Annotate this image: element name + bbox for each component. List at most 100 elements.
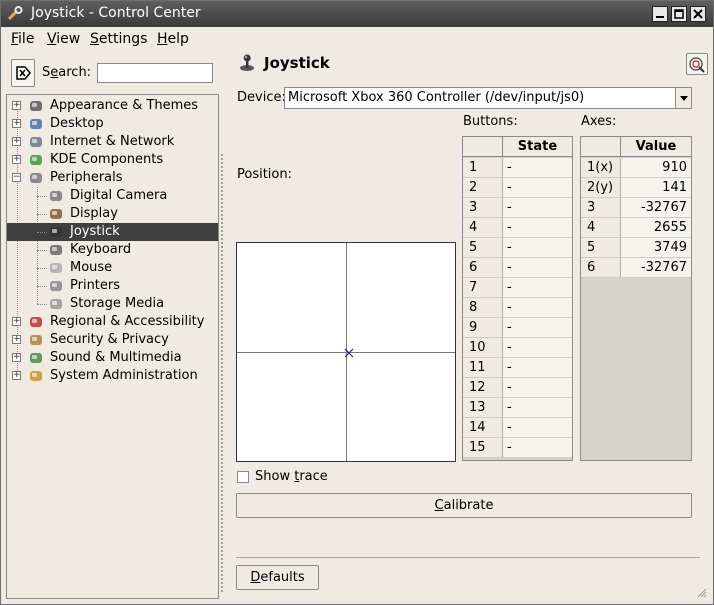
buttons-table[interactable]: State 1-2-3-4-5-6-7-8-9-10-11-12-13-14-1… xyxy=(462,136,573,461)
show-trace-checkbox[interactable] xyxy=(237,471,249,483)
module-tree[interactable]: + Appearance & Themes + Desktop + Internet & … xyxy=(6,94,219,599)
splitter-dot xyxy=(221,266,223,268)
tree-item-label: Mouse xyxy=(70,260,113,275)
whats-this-button[interactable] xyxy=(686,53,708,75)
splitter-dot xyxy=(221,510,223,512)
control-center-window: Joystick - Control Center File View Sett… xyxy=(0,0,714,605)
button-row-id: 9 xyxy=(463,318,503,338)
button-row-id: 1 xyxy=(463,158,503,178)
splitter-dot xyxy=(221,366,223,368)
menu-settings[interactable]: Settings xyxy=(90,31,147,47)
splitter-dot xyxy=(221,306,223,308)
expand-icon[interactable]: + xyxy=(12,353,21,362)
splitter-dot xyxy=(221,498,223,500)
tree-item-sound-multimedia[interactable]: + Sound & Multimedia xyxy=(7,349,218,367)
sound-icon xyxy=(30,353,42,363)
button-state-cell: - xyxy=(503,218,572,238)
splitter-dot xyxy=(221,178,223,180)
search-input[interactable] xyxy=(97,63,213,83)
splitter-dot xyxy=(221,586,223,588)
maximize-icon xyxy=(674,9,684,19)
tree-item-appearance-themes[interactable]: + Appearance & Themes xyxy=(7,97,218,115)
appearance-icon xyxy=(30,101,42,111)
menu-file[interactable]: File xyxy=(11,31,34,47)
camera-icon xyxy=(50,191,62,201)
tree-item-peripherals[interactable]: − Peripherals xyxy=(7,169,218,187)
splitter-dot xyxy=(221,246,223,248)
calibrate-button[interactable]: Calibrate xyxy=(236,493,692,518)
button-state-cell: - xyxy=(503,258,572,278)
tree-item-joystick[interactable]: Joystick xyxy=(7,223,218,241)
axis-value-cell: -32767 xyxy=(621,258,691,278)
menu-view[interactable]: View xyxy=(47,31,80,47)
tree-item-security-privacy[interactable]: + Security & Privacy xyxy=(7,331,218,349)
button-row-id: 2 xyxy=(463,178,503,198)
expand-icon[interactable]: + xyxy=(12,335,21,344)
splitter-dot xyxy=(221,398,223,400)
splitter-handle[interactable] xyxy=(220,94,224,599)
splitter-dot xyxy=(221,214,223,216)
maximize-button[interactable] xyxy=(671,6,687,22)
expand-icon[interactable]: + xyxy=(12,317,21,326)
button-state-cell: - xyxy=(503,318,572,338)
tree-item-storage-media[interactable]: Storage Media xyxy=(7,295,218,313)
resize-grip-icon[interactable] xyxy=(697,588,707,598)
joystick-icon xyxy=(240,54,254,71)
splitter-dot xyxy=(221,342,223,344)
tree-item-keyboard[interactable]: Keyboard xyxy=(7,241,218,259)
expand-icon[interactable]: + xyxy=(12,101,21,110)
axes-table[interactable]: Value 1(x) 910 2(y) 141 3 -32767 4 2655 5 3749 6 -3… xyxy=(580,136,692,461)
close-icon xyxy=(693,9,703,19)
tree-item-internet-network[interactable]: + Internet & Network xyxy=(7,133,218,151)
defaults-button[interactable]: Defaults xyxy=(236,565,319,590)
axis-row-id: 5 xyxy=(581,238,621,258)
menu-help[interactable]: Help xyxy=(157,31,189,47)
position-display xyxy=(236,242,456,462)
tree-item-mouse[interactable]: Mouse xyxy=(7,259,218,277)
show-trace-label-post: race xyxy=(299,469,328,484)
device-select[interactable]: Microsoft Xbox 360 Controller (/dev/inpu… xyxy=(284,87,692,109)
chevron-down-icon xyxy=(680,96,688,101)
splitter-dot xyxy=(221,338,223,340)
minimize-button[interactable] xyxy=(652,6,668,22)
splitter-dot xyxy=(221,434,223,436)
device-dropdown-arrow[interactable] xyxy=(675,88,691,108)
tree-item-desktop[interactable]: + Desktop xyxy=(7,115,218,133)
clear-search-button[interactable] xyxy=(11,59,35,87)
button-row-id: 12 xyxy=(463,378,503,398)
tree-item-digital-camera[interactable]: Digital Camera xyxy=(7,187,218,205)
network-icon xyxy=(30,137,42,147)
axis-value-cell: 2655 xyxy=(621,218,691,238)
button-state-cell: - xyxy=(503,398,572,418)
axes-value-header[interactable]: Value xyxy=(621,137,691,157)
tree-item-display[interactable]: Display xyxy=(7,205,218,223)
menu-settings-label: ettings xyxy=(98,31,148,47)
button-row-id: 13 xyxy=(463,398,503,418)
splitter-dot xyxy=(221,226,223,228)
buttons-state-header[interactable]: State xyxy=(503,137,572,157)
splitter-dot xyxy=(221,426,223,428)
splitter-dot xyxy=(221,318,223,320)
device-value: Microsoft Xbox 360 Controller (/dev/inpu… xyxy=(288,90,585,105)
show-trace-label[interactable]: Show trace xyxy=(255,469,328,484)
storage-icon xyxy=(50,299,62,309)
splitter-dot xyxy=(221,154,223,156)
splitter-dot xyxy=(221,250,223,252)
axes-corner-header xyxy=(581,137,621,157)
splitter-dot xyxy=(221,370,223,372)
splitter-dot xyxy=(221,218,223,220)
expand-icon[interactable]: + xyxy=(12,155,21,164)
close-button[interactable] xyxy=(690,6,706,22)
tree-item-kde-components[interactable]: + KDE Components xyxy=(7,151,218,169)
tree-item-system-administration[interactable]: + System Administration xyxy=(7,367,218,385)
collapse-icon[interactable]: − xyxy=(12,173,21,182)
expand-icon[interactable]: + xyxy=(12,137,21,146)
splitter-dot xyxy=(221,530,223,532)
expand-icon[interactable]: + xyxy=(12,371,21,380)
title-bar[interactable]: Joystick - Control Center xyxy=(1,1,713,27)
splitter-dot xyxy=(221,374,223,376)
splitter-dot xyxy=(221,254,223,256)
tree-item-regional-accessibility[interactable]: + Regional & Accessibility xyxy=(7,313,218,331)
tree-item-printers[interactable]: Printers xyxy=(7,277,218,295)
expand-icon[interactable]: + xyxy=(12,119,21,128)
